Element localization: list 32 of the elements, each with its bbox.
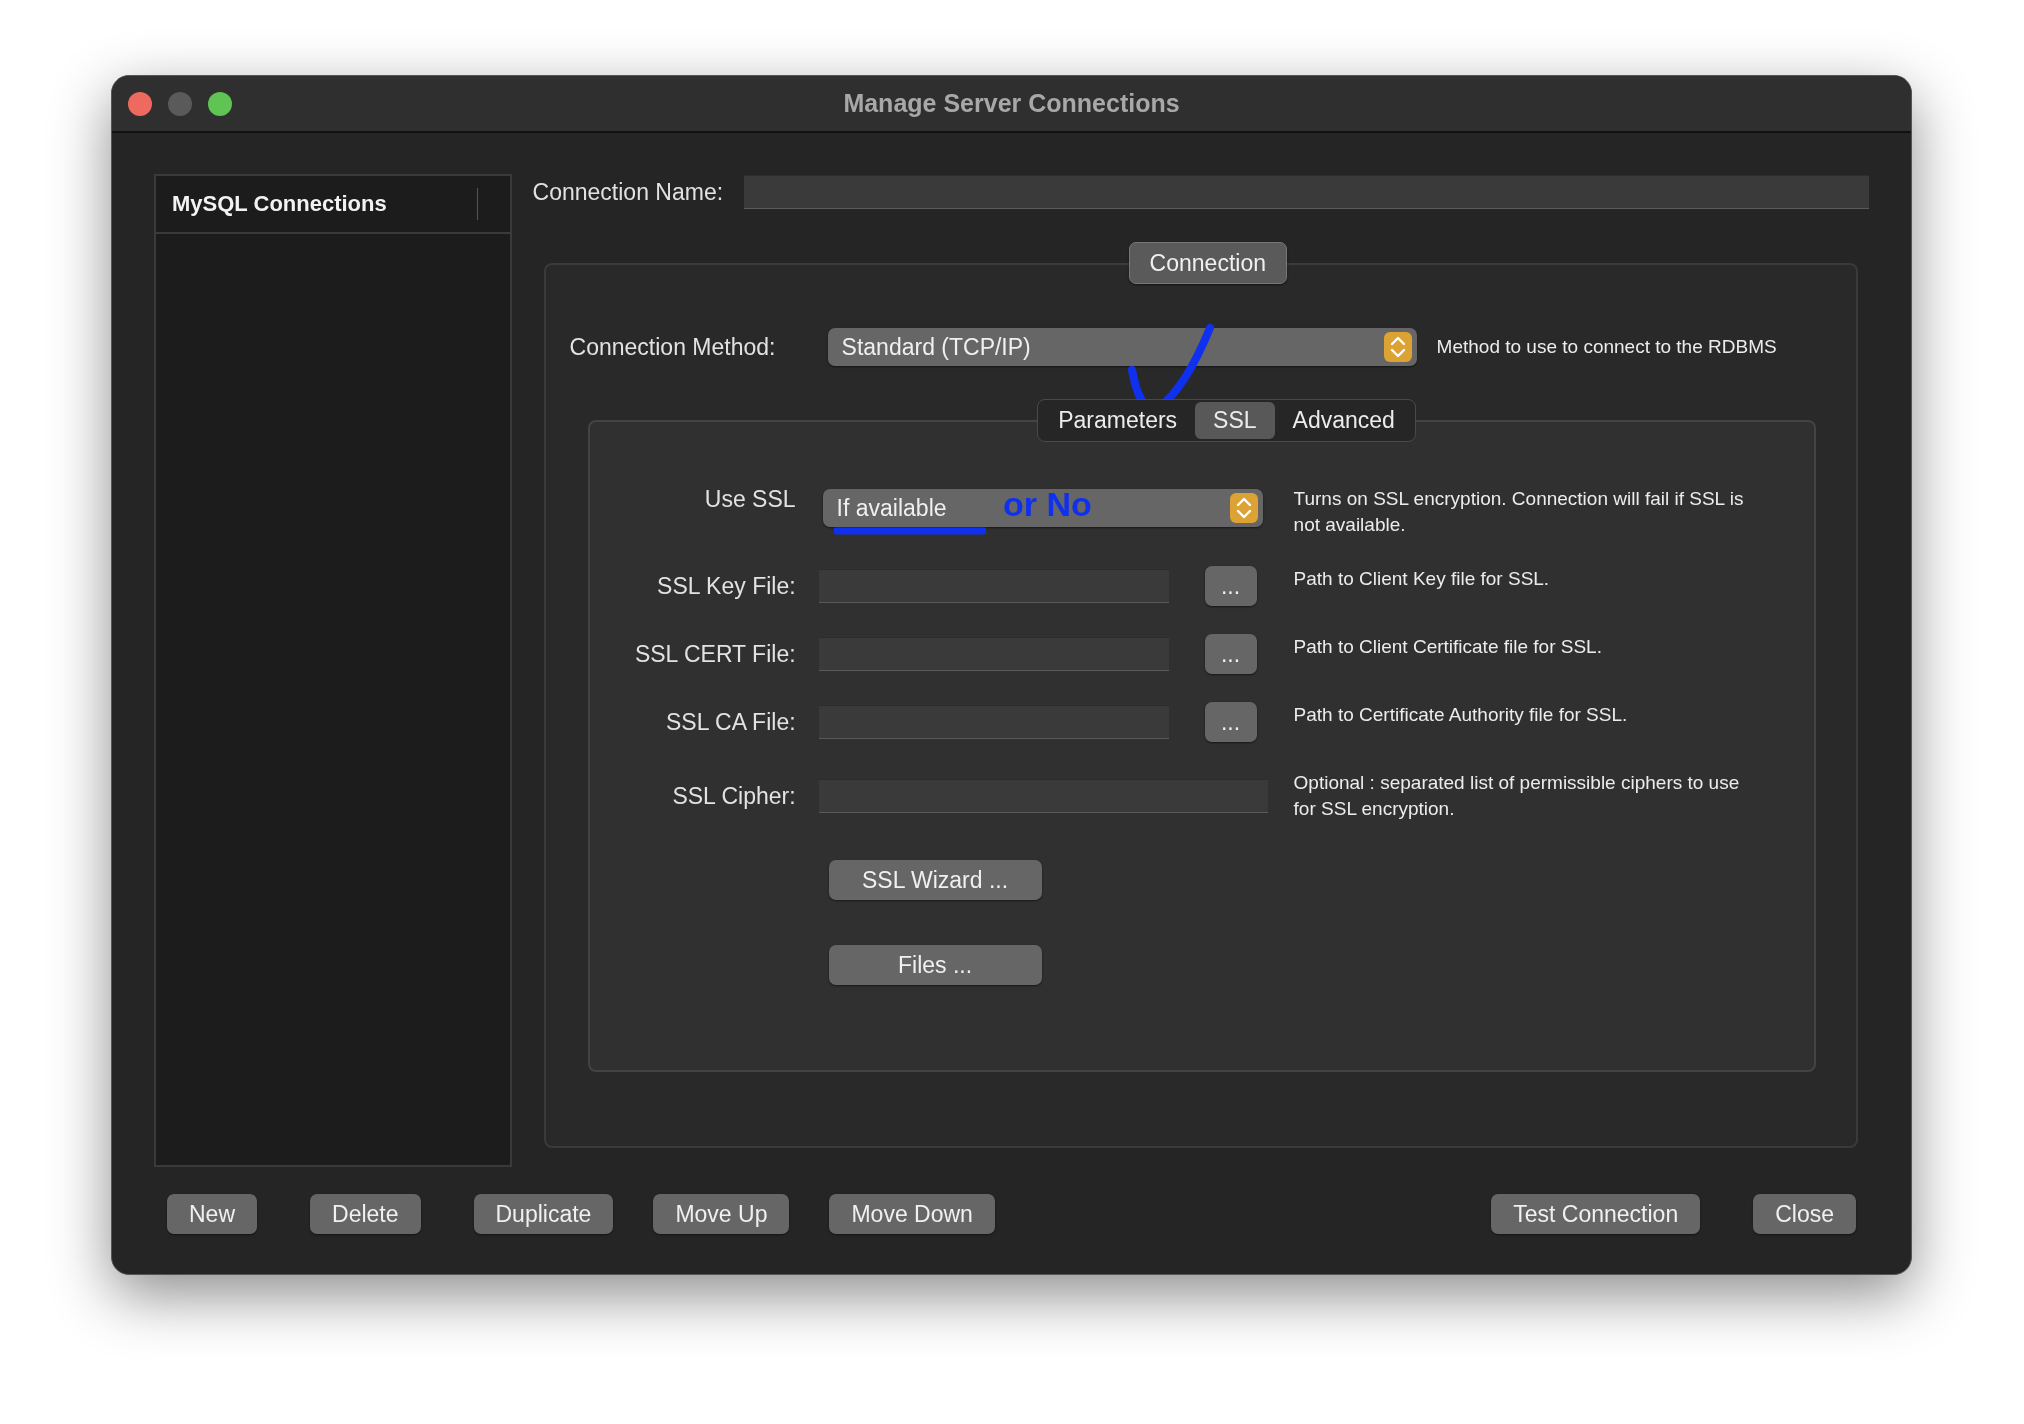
browse-button[interactable]: ... xyxy=(1204,702,1257,742)
connection-method-dropdown[interactable]: Standard (TCP/IP) xyxy=(827,328,1417,366)
field-label: SSL Cipher: xyxy=(671,782,796,810)
footer-button[interactable]: Delete xyxy=(310,1194,421,1234)
footer-button[interactable]: Move Down xyxy=(829,1194,995,1234)
tab[interactable]: SSL xyxy=(1195,402,1275,439)
connection-name-label: Connection Name: xyxy=(532,178,724,206)
connection-tab[interactable]: Connection xyxy=(1128,242,1287,284)
sidebar-header-title: MySQL Connections xyxy=(172,191,387,217)
connection-method-description: Method to use to connect to the RDBMS xyxy=(1436,336,1777,358)
footer-button[interactable]: Close xyxy=(1753,1194,1856,1234)
tab[interactable]: Advanced xyxy=(1274,402,1413,439)
field-description: Turns on SSL encryption. Connection will fail if SSL is not available. xyxy=(1293,487,1745,537)
field-description: Path to Client Certificate file for SSL. xyxy=(1293,635,1603,659)
field-label: SSL CA File: xyxy=(665,708,796,736)
field-description: Optional : separated list of permissible ciphers to use for SSL encryption. xyxy=(1293,771,1741,821)
field-label: Use SSL xyxy=(703,486,796,513)
panel-button[interactable]: Files ... xyxy=(828,945,1042,985)
field-label: SSL Key File: xyxy=(656,572,796,600)
panel-button[interactable]: SSL Wizard ... xyxy=(828,860,1042,900)
footer-button[interactable]: Move Up xyxy=(653,1194,790,1234)
connection-method-label: Connection Method: xyxy=(569,333,777,361)
browse-button[interactable]: ... xyxy=(1204,634,1257,674)
field-description: Path to Certificate Authority file for SSL. xyxy=(1293,703,1629,727)
field-description: Path to Client Key file for SSL. xyxy=(1293,567,1551,591)
window-title: Manage Server Connections xyxy=(843,89,1180,118)
footer-button[interactable]: Duplicate xyxy=(473,1194,614,1234)
field-label: SSL CERT File: xyxy=(633,640,796,668)
browse-button[interactable]: ... xyxy=(1204,566,1257,606)
footer-button[interactable]: New xyxy=(167,1194,257,1234)
footer-button[interactable]: Test Connection xyxy=(1491,1194,1701,1234)
tab[interactable]: Parameters xyxy=(1040,402,1196,439)
